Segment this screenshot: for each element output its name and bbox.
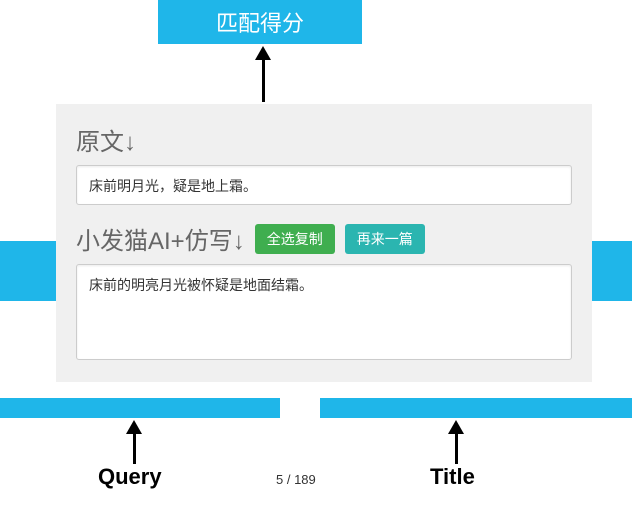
score-box: 匹配得分	[158, 0, 362, 44]
bg-tab-right	[592, 241, 632, 301]
arrow-up-icon	[255, 46, 271, 102]
regen-button[interactable]: 再来一篇	[345, 224, 425, 254]
rewrite-label: 小发猫AI+仿写↓	[76, 221, 245, 256]
bottom-bar-left	[0, 398, 280, 418]
rewrite-label-row: 小发猫AI+仿写↓ 全选复制 再来一篇	[76, 221, 572, 256]
bottom-bar-right	[320, 398, 632, 418]
arrow-down-left-icon	[126, 420, 142, 464]
select-copy-button[interactable]: 全选复制	[255, 224, 335, 254]
query-label: Query	[98, 464, 162, 490]
main-panel: 原文↓ 床前明月光，疑是地上霜。 小发猫AI+仿写↓ 全选复制 再来一篇 床前的…	[56, 104, 592, 382]
original-textbox[interactable]: 床前明月光，疑是地上霜。	[76, 165, 572, 205]
title-label: Title	[430, 464, 475, 490]
original-label: 原文↓	[76, 122, 572, 157]
bg-tab-left	[0, 241, 56, 301]
arrow-down-right-icon	[448, 420, 464, 464]
page-number: 5 / 189	[276, 472, 316, 487]
rewrite-textbox[interactable]: 床前的明亮月光被怀疑是地面结霜。	[76, 264, 572, 360]
